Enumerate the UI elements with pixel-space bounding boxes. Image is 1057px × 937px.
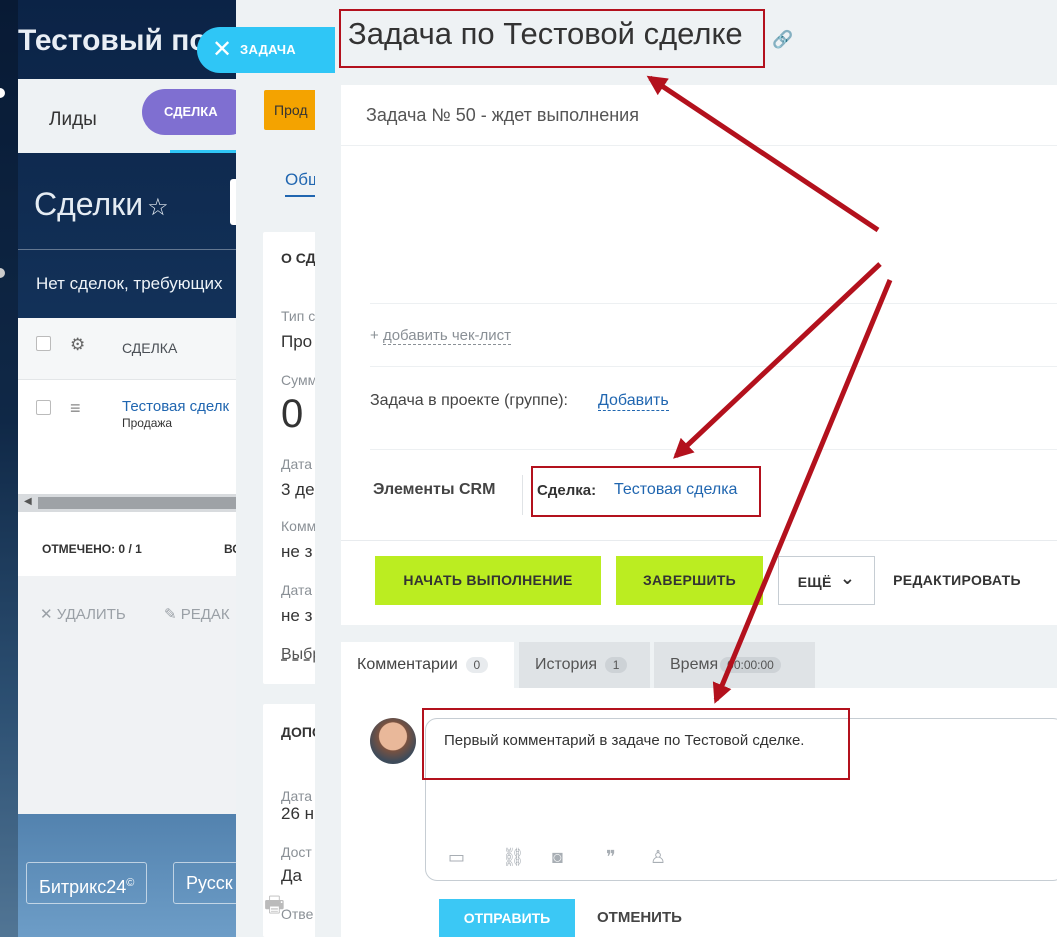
deals-title-text: Сделки: [34, 186, 144, 222]
select-all-checkbox[interactable]: [36, 336, 51, 351]
close-task-label: ЗАДАЧА: [240, 42, 296, 57]
field-label: Тип с: [281, 308, 316, 324]
add-checklist-link[interactable]: + добавить чек-лист: [370, 327, 512, 345]
scroll-thumb[interactable]: [38, 497, 243, 509]
crm-tabs: Лиды СДЕЛКА: [18, 79, 252, 153]
field-label: Дата: [281, 788, 313, 804]
field-value: 26 н: [281, 804, 315, 823]
tab-general-underline: [285, 195, 315, 197]
start-task-button[interactable]: НАЧАТЬ ВЫПОЛНЕНИЕ: [375, 556, 601, 605]
divider: [18, 249, 243, 250]
field-value: не з: [281, 606, 313, 625]
portal-title: Тестовый пор: [18, 24, 227, 57]
deal-row-stage: Продажа: [122, 416, 173, 430]
grid-actions: ✕ УДАЛИТЬ ✎ РЕДАК: [18, 576, 243, 814]
add-checklist-text: добавить чек-лист: [382, 327, 512, 345]
plus-icon: +: [370, 327, 379, 344]
sum-value: 0: [281, 392, 304, 436]
field-value: 3 де: [281, 480, 315, 499]
row-checkbox[interactable]: [36, 400, 51, 415]
menu-icon[interactable]: ≡: [70, 398, 81, 419]
tab-time-label: Время: [670, 656, 719, 673]
horizontal-scrollbar[interactable]: ◀: [18, 494, 243, 512]
chevron-down-icon: ⌄: [839, 568, 856, 588]
tab-comments-label: Комментарии: [357, 656, 458, 673]
task-status: Задача № 50 - ждет выполнения: [366, 105, 639, 125]
field-value: не з: [281, 542, 313, 561]
divider: [370, 303, 1057, 304]
gear-icon[interactable]: ⚙: [70, 335, 85, 355]
field-value: Да: [281, 866, 302, 885]
annotation-box-comment: [422, 708, 850, 780]
more-button-label: ЕЩЁ: [797, 574, 832, 590]
attach-file-icon[interactable]: ▭: [448, 847, 465, 868]
bitrix-brand-button[interactable]: Битрикс24©: [26, 862, 148, 904]
link-icon[interactable]: ⛓: [502, 847, 525, 868]
divider: [370, 366, 1057, 367]
column-header-deal[interactable]: СДЕЛКА: [122, 340, 177, 356]
no-deals-notice: Нет сделок, требующих: [36, 274, 223, 293]
task-action-bar: НАЧАТЬ ВЫПОЛНЕНИЕ ЗАВЕРШИТЬ ЕЩЁ ⌄ РЕДАКТ…: [341, 540, 1057, 625]
crm-separator: [522, 475, 523, 515]
annotation-box-crm-deal: [531, 466, 761, 517]
left-rail: [0, 0, 18, 937]
divider: [341, 145, 1057, 146]
tab-comments[interactable]: Комментарии 0: [341, 642, 514, 688]
edit-action[interactable]: ✎ РЕДАК: [164, 605, 230, 623]
close-task-button[interactable]: ✕ ЗАДАЧА: [197, 27, 335, 73]
grid-header: ⚙ СДЕЛКА: [18, 318, 243, 380]
send-button[interactable]: ОТПРАВИТЬ: [439, 899, 575, 937]
task-tabs: Комментарии 0 История 1 Время 00:00:00: [341, 642, 1057, 688]
brand-mark: ©: [126, 877, 135, 889]
delete-action[interactable]: ✕ УДАЛИТЬ: [40, 605, 126, 623]
field-label: Комм: [281, 518, 317, 534]
divider: [370, 449, 1057, 450]
annotation-box-title: [339, 9, 765, 68]
edit-task-button[interactable]: РЕДАКТИРОВАТЬ: [892, 556, 1022, 605]
section-title: О СД: [281, 250, 316, 266]
history-count-badge: 1: [605, 657, 628, 673]
quote-icon[interactable]: ❞: [606, 847, 616, 868]
deals-title: Сделки ☆: [34, 186, 169, 223]
time-counter-badge: 00:00:00: [720, 657, 781, 673]
tab-history-label: История: [535, 656, 598, 673]
tab-history[interactable]: История 1: [519, 642, 650, 688]
brand-text: Битрикс24: [39, 877, 127, 897]
field-label: Дост: [281, 844, 312, 860]
marked-counter: ОТМЕЧЕНО: 0 / 1: [42, 542, 142, 556]
field-label: Сумм: [281, 372, 318, 388]
deal-row-link[interactable]: Тестовая сделк: [122, 398, 229, 415]
tab-leads[interactable]: Лиды: [49, 109, 97, 131]
cancel-button[interactable]: ОТМЕНИТЬ: [597, 899, 682, 937]
star-icon[interactable]: ☆: [147, 194, 169, 221]
link-icon[interactable]: 🔗: [772, 30, 793, 50]
avatar: [370, 718, 416, 764]
field-label: Дата: [281, 582, 313, 598]
tab-time[interactable]: Время 00:00:00: [654, 642, 815, 688]
finish-task-button[interactable]: ЗАВЕРШИТЬ: [616, 556, 763, 605]
comments-count-badge: 0: [465, 657, 488, 673]
print-icon[interactable]: 🖶: [264, 888, 285, 926]
scroll-left-icon[interactable]: ◀: [24, 496, 32, 507]
field-value: Про: [281, 332, 313, 351]
close-icon: ✕: [212, 36, 233, 63]
field-label: Дата: [281, 456, 313, 472]
mention-user-icon[interactable]: ♙: [650, 847, 666, 868]
language-button[interactable]: Русск: [173, 862, 243, 904]
project-add-link[interactable]: Добавить: [598, 392, 669, 411]
more-button[interactable]: ЕЩЁ ⌄: [778, 556, 875, 605]
video-icon[interactable]: ◙: [552, 847, 563, 868]
project-label: Задача в проекте (группе):: [370, 392, 568, 409]
deals-grid: ⚙ СДЕЛКА ≡ Тестовая сделк Продажа ◀ ОТМЕ…: [18, 318, 243, 576]
crm-elements-label: Элементы CRM: [373, 481, 496, 498]
field-label: Отве: [281, 906, 314, 922]
